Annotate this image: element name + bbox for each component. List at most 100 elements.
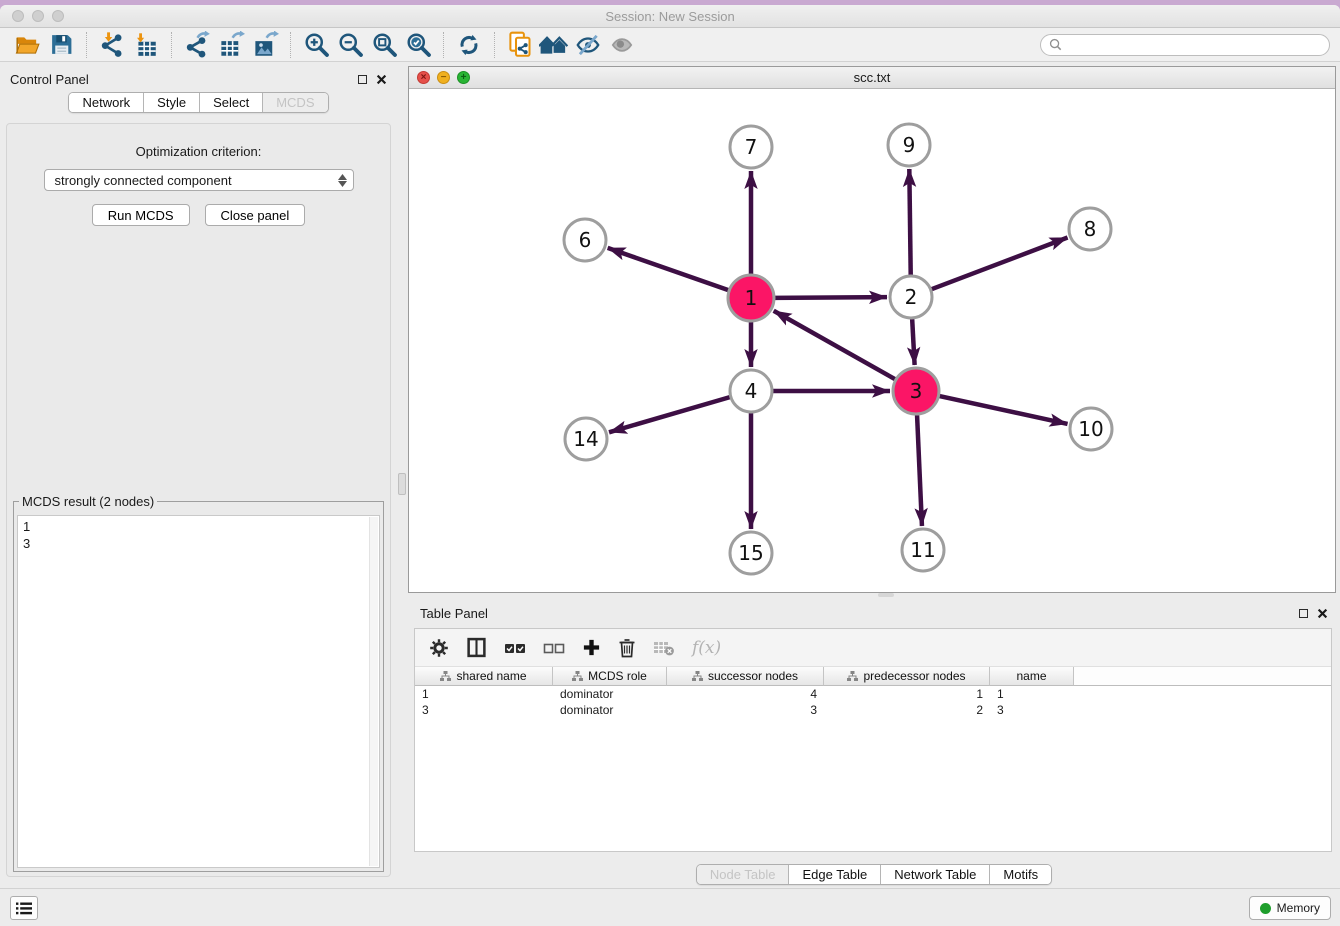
graph-node-9[interactable]: 9 (888, 124, 930, 166)
graph-edge-4-14[interactable] (609, 397, 730, 432)
table-toolbar: f(x) (415, 629, 1331, 667)
close-panel-icon[interactable] (376, 74, 387, 85)
list-icon (16, 902, 32, 915)
toolbar-separator (171, 32, 172, 58)
graph-node-4[interactable]: 4 (730, 370, 772, 412)
open-session-icon[interactable] (10, 30, 44, 60)
import-network-icon[interactable] (95, 30, 129, 60)
svg-text:2: 2 (905, 285, 918, 309)
column-header-name[interactable]: name (990, 667, 1074, 686)
first-neighbors-icon[interactable] (537, 30, 571, 60)
mcds-result-line: 1 (23, 518, 374, 535)
vertical-splitter-grip[interactable] (398, 473, 406, 495)
clone-network-icon[interactable] (503, 30, 537, 60)
graph-node-1[interactable]: 1 (728, 275, 774, 321)
export-table-icon[interactable] (214, 30, 248, 60)
run-mcds-button[interactable]: Run MCDS (92, 204, 190, 226)
graph-node-2[interactable]: 2 (890, 276, 932, 318)
zoom-window-button[interactable] (52, 10, 64, 22)
column-tree-icon (847, 671, 858, 681)
result-scrollbar[interactable] (369, 517, 378, 866)
svg-text:8: 8 (1084, 217, 1097, 241)
graph-edge-2-8[interactable] (932, 238, 1068, 290)
column-header-successor-nodes[interactable]: successor nodes (667, 667, 824, 686)
column-header-filler (1074, 667, 1331, 686)
control-panel-title: Control Panel (10, 72, 89, 87)
network-graph[interactable]: 7 9 6 8 1 2 4 3 14 10 15 11 (409, 89, 1335, 593)
close-window-button[interactable] (12, 10, 24, 22)
export-network-icon[interactable] (180, 30, 214, 60)
graph-node-14[interactable]: 14 (565, 418, 607, 460)
cell-predecessor-nodes: 2 (824, 702, 990, 718)
svg-text:3: 3 (910, 379, 923, 403)
graph-edge-2-3[interactable] (912, 319, 914, 365)
zoom-selected-icon[interactable] (401, 30, 435, 60)
svg-text:14: 14 (573, 427, 598, 451)
table-row[interactable]: 1 dominator 4 1 1 (415, 686, 1331, 702)
svg-text:11: 11 (910, 538, 935, 562)
network-canvas[interactable]: 7 9 6 8 1 2 4 3 14 10 15 11 (409, 89, 1335, 592)
memory-label: Memory (1277, 901, 1320, 915)
graph-node-7[interactable]: 7 (730, 126, 772, 168)
graph-node-3[interactable]: 3 (893, 368, 939, 414)
import-table-icon[interactable] (129, 30, 163, 60)
network-maximize-button[interactable]: + (457, 71, 470, 84)
window-title: Session: New Session (605, 9, 734, 24)
tab-edge-table[interactable]: Edge Table (788, 865, 880, 884)
svg-text:7: 7 (745, 135, 758, 159)
graph-edge-3-11[interactable] (917, 415, 922, 526)
save-session-icon[interactable] (44, 30, 78, 60)
hide-selected-icon[interactable] (571, 30, 605, 60)
refresh-view-icon[interactable] (452, 30, 486, 60)
memory-button[interactable]: Memory (1249, 896, 1331, 920)
horizontal-splitter-grip[interactable] (878, 593, 894, 597)
tab-network[interactable]: Network (69, 93, 143, 112)
network-view-window: × − + scc.txt 7968124314101511 (408, 66, 1336, 593)
show-columns-icon[interactable] (466, 637, 487, 658)
optimization-criterion-select[interactable]: strongly connected component (44, 169, 354, 191)
table-row[interactable]: 3 dominator 3 2 3 (415, 702, 1331, 718)
cell-successor-nodes: 3 (667, 702, 824, 718)
search-input[interactable] (1067, 38, 1321, 52)
float-panel-icon[interactable] (358, 75, 367, 84)
select-stepper-icon (338, 174, 347, 187)
cell-shared-name: 3 (415, 702, 553, 718)
tab-style[interactable]: Style (143, 93, 199, 112)
export-image-icon[interactable] (248, 30, 282, 60)
column-header-predecessor-nodes[interactable]: predecessor nodes (824, 667, 990, 686)
task-history-button[interactable] (10, 896, 38, 920)
graph-node-6[interactable]: 6 (564, 219, 606, 261)
zoom-out-icon[interactable] (333, 30, 367, 60)
float-table-panel-icon[interactable] (1299, 609, 1308, 618)
graph-node-11[interactable]: 11 (902, 529, 944, 571)
network-close-button[interactable]: × (417, 71, 430, 84)
graph-node-15[interactable]: 15 (730, 532, 772, 574)
table-options-icon[interactable] (429, 638, 449, 658)
column-header-shared-name[interactable]: shared name (415, 667, 553, 686)
minimize-window-button[interactable] (32, 10, 44, 22)
create-column-icon[interactable] (582, 638, 601, 657)
zoom-fit-icon[interactable] (367, 30, 401, 60)
tab-network-table[interactable]: Network Table (880, 865, 989, 884)
delete-columns-icon[interactable] (618, 637, 636, 658)
graph-node-8[interactable]: 8 (1069, 208, 1111, 250)
graph-edge-3-10[interactable] (939, 396, 1067, 424)
toolbar-separator (86, 32, 87, 58)
tab-mcds[interactable]: MCDS (262, 93, 327, 112)
network-minimize-button[interactable]: − (437, 71, 450, 84)
close-table-panel-icon[interactable] (1317, 608, 1328, 619)
graph-edge-3-1[interactable] (774, 311, 895, 379)
tab-select[interactable]: Select (199, 93, 262, 112)
close-panel-button[interactable]: Close panel (205, 204, 306, 226)
tab-motifs[interactable]: Motifs (989, 865, 1051, 884)
mcds-result-text[interactable]: 1 3 (17, 515, 380, 868)
graph-edge-2-9[interactable] (909, 169, 910, 275)
column-header-mcds-role[interactable]: MCDS role (553, 667, 667, 686)
graph-edge-1-6[interactable] (608, 248, 729, 290)
unselect-all-columns-icon[interactable] (543, 641, 565, 655)
tab-node-table[interactable]: Node Table (697, 865, 789, 884)
graph-edge-1-2[interactable] (775, 297, 887, 298)
zoom-in-icon[interactable] (299, 30, 333, 60)
graph-node-10[interactable]: 10 (1070, 408, 1112, 450)
select-all-columns-icon[interactable] (504, 641, 526, 655)
